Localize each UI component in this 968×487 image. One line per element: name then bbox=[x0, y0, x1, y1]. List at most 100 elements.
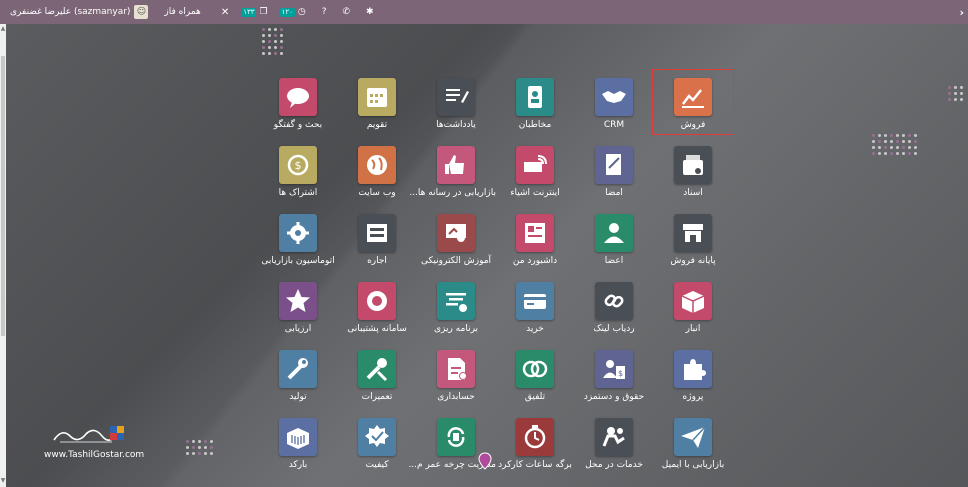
app-tile-marketing-automation[interactable]: اتوماسیون بازاریابی bbox=[258, 206, 338, 270]
app-tile-background bbox=[674, 214, 712, 252]
documents-icon bbox=[683, 155, 703, 175]
app-tile-maintenance-tools[interactable]: تعمیرات bbox=[337, 342, 417, 406]
app-tile-helpdesk-lifebuoy[interactable]: سامانه پشتیبانی bbox=[337, 274, 417, 338]
user-menu[interactable]: علیرضا غضنفری (sazmanyar) bbox=[10, 7, 130, 17]
app-tile-background: $ bbox=[595, 350, 633, 388]
app-tile-email-marketing[interactable]: بازاریابی با ایمیل bbox=[653, 410, 733, 474]
app-tile-pos-store[interactable]: پایانه فروش bbox=[653, 206, 733, 270]
app-tile-timesheet[interactable]: برگه ساعات کارکرد bbox=[495, 410, 575, 474]
clock-menu[interactable]: ۱۲۰ ◷ bbox=[279, 7, 306, 17]
app-tile-background bbox=[358, 350, 396, 388]
app-tile-link-tracker[interactable]: ردیاب لینک bbox=[574, 274, 654, 338]
app-tile-sales-chart[interactable]: فروش bbox=[652, 69, 734, 135]
dot bbox=[268, 40, 271, 43]
app-label: آموزش الکترونیکی bbox=[420, 256, 492, 266]
user-avatar-icon[interactable]: ☺ bbox=[134, 5, 149, 19]
dot bbox=[274, 40, 277, 43]
dot bbox=[954, 92, 957, 95]
scroll-up-arrow-icon[interactable]: ▲ bbox=[0, 26, 6, 32]
barcode-box-icon bbox=[287, 428, 309, 449]
app-tile-website-globe[interactable]: وب سایت bbox=[337, 138, 417, 202]
app-label: ارزیابی bbox=[284, 324, 312, 334]
app-label: یادداشت‌ها bbox=[436, 120, 476, 130]
members-icon bbox=[604, 223, 624, 243]
dot bbox=[908, 146, 911, 149]
app-tile-payroll[interactable]: $ حقوق و دستمزد bbox=[574, 342, 654, 406]
app-tile-purchase-card[interactable]: خرید bbox=[495, 274, 575, 338]
handshake-icon bbox=[602, 91, 626, 103]
app-tile-quality[interactable]: کیفیت bbox=[337, 410, 417, 474]
dot bbox=[186, 452, 189, 455]
app-label: حسابداری bbox=[437, 392, 475, 402]
app-tile-background bbox=[437, 214, 475, 252]
app-tile-background bbox=[437, 78, 475, 116]
app-tile-documents[interactable]: اسناد bbox=[653, 138, 733, 202]
dot bbox=[198, 440, 201, 443]
logo-mark-icon bbox=[110, 426, 124, 440]
app-tile-background bbox=[595, 282, 633, 320]
app-tile-field-service[interactable]: خدمات در محل bbox=[574, 410, 654, 474]
dot bbox=[872, 140, 875, 143]
debug-tools-icon[interactable]: ✕ bbox=[221, 7, 229, 18]
help-icon[interactable]: ? bbox=[322, 7, 327, 17]
calendar-icon bbox=[367, 88, 387, 107]
app-tile-project-puzzle[interactable]: پروژه bbox=[653, 342, 733, 406]
scroll-down-arrow-icon[interactable]: ▼ bbox=[0, 478, 6, 484]
dot bbox=[192, 440, 195, 443]
activities-menu[interactable]: ۱۳۳ ❐ bbox=[241, 7, 268, 17]
app-label: وب سایت bbox=[358, 188, 396, 198]
app-tile-members[interactable]: اعضا bbox=[574, 206, 654, 270]
dot bbox=[890, 140, 893, 143]
planning-icon bbox=[446, 293, 467, 312]
app-tile-background bbox=[358, 282, 396, 320]
app-tile-iot[interactable]: اینترنت اشیاء bbox=[495, 138, 575, 202]
dot bbox=[896, 146, 899, 149]
app-tile-notes[interactable]: یادداشت‌ها bbox=[416, 70, 496, 134]
dot bbox=[960, 92, 963, 95]
app-label: کیفیت bbox=[365, 460, 389, 470]
dot bbox=[280, 40, 283, 43]
chat-bubbles-icon: ❐ bbox=[259, 7, 268, 17]
app-tile-subscriptions[interactable]: $ اشتراک ها bbox=[258, 138, 338, 202]
app-tile-background bbox=[674, 78, 712, 116]
scrollbar[interactable]: ▲ ▼ bbox=[0, 24, 6, 487]
app-label: تقویم bbox=[366, 120, 388, 130]
app-tile-background bbox=[279, 418, 317, 456]
app-tile-elearning[interactable]: آموزش الکترونیکی bbox=[416, 206, 496, 270]
app-tile-dashboard[interactable]: داشبورد من bbox=[495, 206, 575, 270]
app-tile-background bbox=[516, 78, 554, 116]
bug-icon[interactable]: ✱ bbox=[366, 7, 374, 17]
app-tile-contacts[interactable]: مخاطبان bbox=[495, 70, 575, 134]
app-tile-handshake[interactable]: CRM bbox=[574, 70, 654, 134]
app-tile-chat[interactable]: بحث و گفتگو bbox=[258, 70, 338, 134]
dot bbox=[914, 146, 917, 149]
app-tile-sign[interactable]: امضا bbox=[574, 138, 654, 202]
company-switcher[interactable]: همراه فاز bbox=[164, 7, 200, 17]
app-label: اشتراک ها bbox=[278, 188, 318, 198]
app-tile-rental[interactable]: اجاره bbox=[337, 206, 417, 270]
dot bbox=[890, 152, 893, 155]
dot bbox=[914, 134, 917, 137]
dot bbox=[884, 152, 887, 155]
app-tile-calendar[interactable]: تقویم bbox=[337, 70, 417, 134]
dot bbox=[198, 452, 201, 455]
payroll-icon: $ bbox=[603, 360, 625, 379]
app-tile-inventory-box[interactable]: انبار bbox=[653, 274, 733, 338]
app-tile-social-marketing[interactable]: بازاریابی در رسانه ها... bbox=[409, 138, 496, 202]
app-tile-planning[interactable]: برنامه ریزی bbox=[416, 274, 496, 338]
dot bbox=[890, 134, 893, 137]
app-label: مخاطبان bbox=[518, 120, 552, 130]
app-tile-background bbox=[674, 146, 712, 184]
chevron-right-icon[interactable]: › bbox=[959, 6, 964, 19]
field-service-icon bbox=[602, 427, 625, 447]
app-tile-consolidation[interactable]: تلفیق bbox=[495, 342, 575, 406]
app-label: برگه ساعات کارکرد bbox=[498, 460, 572, 470]
dashboard-icon bbox=[525, 223, 545, 243]
phone-icon[interactable]: ✆ bbox=[342, 7, 350, 17]
app-tile-manufacturing-wrench[interactable]: تولید bbox=[258, 342, 338, 406]
app-tile-appraisal-star[interactable]: ارزیابی bbox=[258, 274, 338, 338]
app-tile-accounting[interactable]: حسابداری bbox=[416, 342, 496, 406]
scroll-thumb[interactable] bbox=[1, 56, 5, 336]
app-tile-barcode-box[interactable]: بارکد bbox=[258, 410, 338, 474]
sign-icon bbox=[606, 154, 621, 175]
